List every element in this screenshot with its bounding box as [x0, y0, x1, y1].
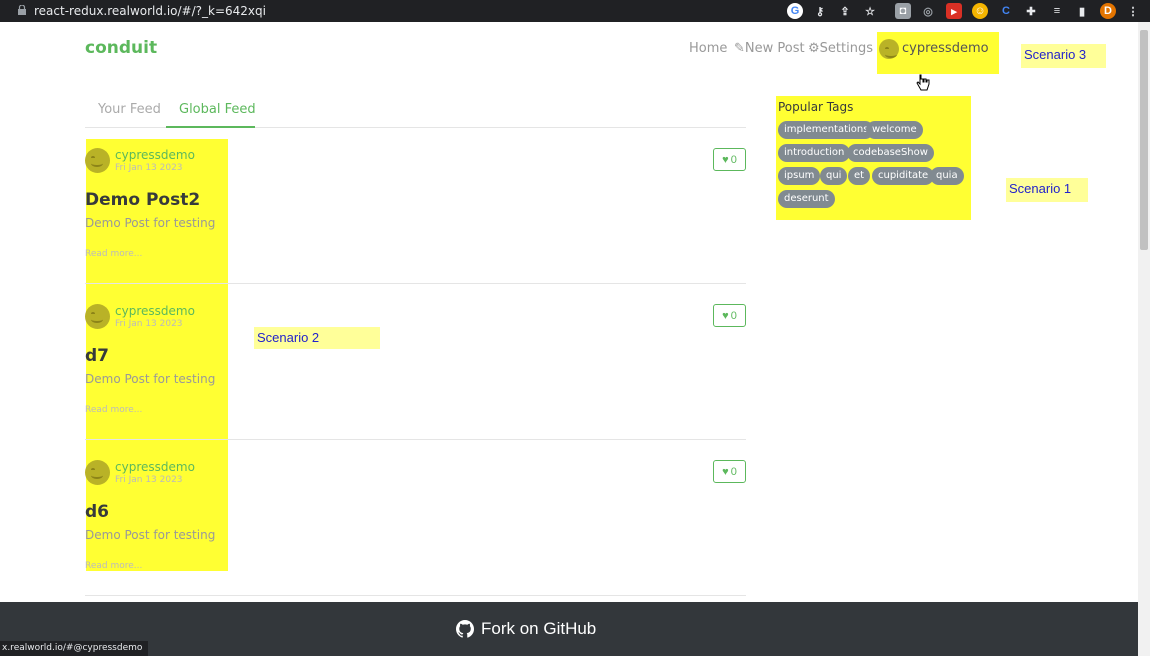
nav-user-avatar	[879, 39, 899, 59]
article-preview: cypressdemo Fri Jan 13 2023 d6 Demo Post…	[85, 440, 746, 596]
tag-pill[interactable]: quia	[930, 167, 964, 185]
nav-home[interactable]: Home	[689, 41, 727, 56]
scenario1-label: Scenario 1	[1006, 178, 1088, 202]
heart-icon: ♥	[722, 153, 729, 166]
status-bar: x.realworld.io/#@cypressdemo	[0, 641, 149, 656]
tag-pill[interactable]: implementations	[778, 121, 875, 139]
author-avatar[interactable]	[85, 460, 110, 485]
article-description: Demo Post for testing	[85, 216, 216, 230]
heart-icon: ♥	[722, 465, 729, 478]
tag-pill[interactable]: qui	[820, 167, 848, 185]
favorite-button[interactable]: ♥ 0	[713, 148, 746, 171]
author-avatar[interactable]	[85, 148, 110, 173]
page-scrollbar[interactable]	[1138, 22, 1150, 656]
browser-toolbar: react-redux.realworld.io/#/?_k=642xqi G …	[0, 0, 1150, 22]
tag-pill[interactable]: introduction	[778, 144, 851, 162]
article-description: Demo Post for testing	[85, 528, 216, 542]
profile-avatar-icon[interactable]: D	[1100, 3, 1116, 19]
tag-pill[interactable]: ipsum	[778, 167, 821, 185]
article-preview: cypressdemo Fri Jan 13 2023 Demo Post2 D…	[85, 128, 746, 284]
gear-icon: ⚙	[808, 41, 820, 56]
key-icon[interactable]: ⚷	[812, 3, 828, 19]
article-title[interactable]: d6	[85, 502, 109, 522]
favorite-count: 0	[730, 153, 737, 166]
puzzle-icon[interactable]: ✚	[1023, 3, 1039, 19]
emoji-extension-icon[interactable]: ☺	[972, 3, 988, 19]
favorite-count: 0	[730, 309, 737, 322]
google-icon[interactable]: G	[787, 3, 803, 19]
favorite-count: 0	[730, 465, 737, 478]
tab-global-feed[interactable]: Global Feed	[179, 102, 256, 117]
tag-pill[interactable]: deserunt	[778, 190, 835, 208]
nav-settings[interactable]: ⚙Settings	[808, 41, 873, 56]
github-icon	[456, 620, 474, 638]
nav-settings-label: Settings	[819, 41, 873, 56]
favorite-button[interactable]: ♥ 0	[713, 304, 746, 327]
author-link[interactable]: cypressdemo	[115, 304, 195, 318]
article-date: Fri Jan 13 2023	[115, 163, 183, 173]
footer-banner[interactable]: Fork on GitHub	[0, 602, 1138, 656]
author-link[interactable]: cypressdemo	[115, 460, 195, 474]
read-more-link[interactable]: Read more...	[85, 249, 142, 259]
kebab-menu-icon[interactable]: ⋮	[1125, 3, 1141, 19]
hand-cursor-icon	[916, 74, 930, 91]
extension-circle-icon[interactable]: ◎	[920, 3, 936, 19]
read-more-link[interactable]: Read more...	[85, 405, 142, 415]
edit-icon: ✎	[734, 41, 745, 56]
article-preview: cypressdemo Fri Jan 13 2023 d7 Demo Post…	[85, 284, 746, 440]
camera-icon[interactable]: ◘	[895, 3, 911, 19]
reading-list-icon[interactable]: ≡	[1049, 3, 1065, 19]
scenario3-label: Scenario 3	[1021, 44, 1106, 68]
author-avatar[interactable]	[85, 304, 110, 329]
sidebar-header: Popular Tags	[778, 100, 854, 114]
video-extension-icon[interactable]: ▸	[946, 3, 962, 19]
share-icon[interactable]: ⇪	[837, 3, 853, 19]
heart-icon: ♥	[722, 309, 729, 322]
author-link[interactable]: cypressdemo	[115, 148, 195, 162]
popular-tags-sidebar: Popular Tags implementations welcome int…	[776, 96, 971, 220]
nav-new-post[interactable]: ✎New Post	[734, 41, 805, 56]
footer-text: Fork on GitHub	[481, 619, 597, 638]
article-title[interactable]: Demo Post2	[85, 190, 200, 210]
brand-logo[interactable]: conduit	[85, 38, 157, 58]
article-date: Fri Jan 13 2023	[115, 319, 183, 329]
favorite-button[interactable]: ♥ 0	[713, 460, 746, 483]
lock-icon	[18, 5, 26, 15]
nav-user[interactable]: cypressdemo	[902, 41, 989, 56]
feed-tabs: Your Feed Global Feed	[85, 88, 746, 128]
c-extension-icon[interactable]: C	[998, 3, 1014, 19]
nav-new-post-label: New Post	[744, 41, 805, 56]
tag-pill[interactable]: cupiditate	[872, 167, 935, 185]
scrollbar-thumb[interactable]	[1140, 30, 1148, 250]
sidepanel-icon[interactable]: ▮	[1074, 3, 1090, 19]
tab-your-feed[interactable]: Your Feed	[98, 102, 161, 117]
address-bar[interactable]: react-redux.realworld.io/#/?_k=642xqi	[34, 4, 266, 18]
read-more-link[interactable]: Read more...	[85, 561, 142, 571]
tag-pill[interactable]: codebaseShow	[847, 144, 934, 162]
tag-pill[interactable]: welcome	[866, 121, 923, 139]
star-icon[interactable]: ☆	[862, 3, 878, 19]
page-content: conduit Home ✎New Post ⚙Settings cypress…	[0, 22, 1138, 656]
article-description: Demo Post for testing	[85, 372, 216, 386]
tag-pill[interactable]: et	[848, 167, 871, 185]
article-title[interactable]: d7	[85, 346, 109, 366]
article-date: Fri Jan 13 2023	[115, 475, 183, 485]
